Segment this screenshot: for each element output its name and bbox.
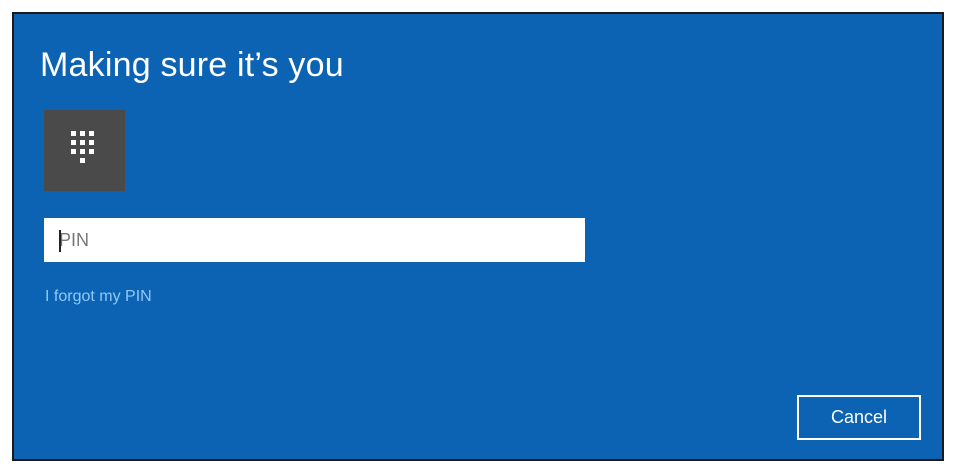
pin-input[interactable] — [44, 218, 585, 262]
cancel-button[interactable]: Cancel — [797, 395, 921, 440]
pin-sign-in-option[interactable] — [44, 110, 125, 191]
text-caret — [59, 230, 61, 252]
pin-verification-dialog: Making sure it’s you I forgot my PIN Can… — [12, 12, 944, 461]
forgot-pin-link[interactable]: I forgot my PIN — [45, 288, 152, 306]
dialog-title: Making sure it’s you — [40, 46, 344, 84]
keypad-icon — [71, 131, 94, 163]
